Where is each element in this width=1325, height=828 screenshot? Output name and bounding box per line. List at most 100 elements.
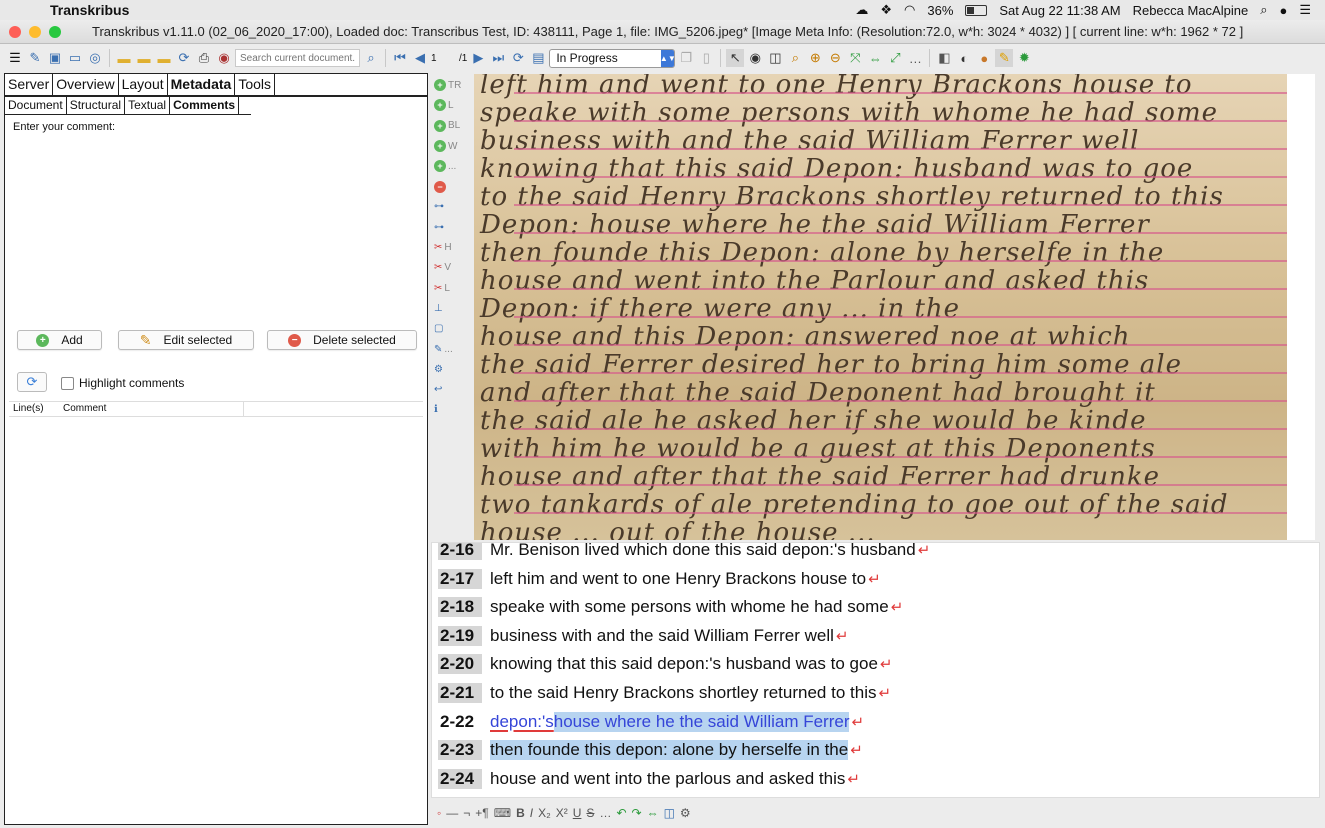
pointer-icon[interactable]: ↖ (726, 49, 745, 67)
next-page-icon[interactable]: ▶ (469, 49, 487, 67)
delete-selected-button[interactable]: − Delete selected (267, 330, 417, 350)
minimize-window-button[interactable] (29, 25, 41, 38)
panel-icon[interactable]: ◫ (766, 49, 784, 67)
dropbox-icon[interactable]: ❖ (880, 2, 892, 18)
sync-icon[interactable]: ⟳ (175, 49, 193, 67)
search-icon[interactable]: ⌕ (362, 49, 380, 67)
transcription-line[interactable]: 2-16 Mr. Benison lived which done this sa… (438, 543, 930, 562)
fit-width-icon[interactable]: ⇔ (866, 49, 884, 67)
zoom-out-icon[interactable]: ⊖ (826, 49, 844, 67)
layout-view-icon[interactable]: ▣ (46, 49, 64, 67)
transcription-line[interactable]: 2-18 speake with some persons with whome … (438, 595, 903, 619)
comment-textarea[interactable] (11, 136, 421, 322)
baseline[interactable] (514, 400, 1294, 402)
spotlight-icon[interactable]: ⌕ (1260, 2, 1267, 18)
split-h-tool[interactable]: ⊶ (432, 197, 470, 217)
transcription-line[interactable]: 2-22 depon:'s house where he the said Wil… (438, 710, 864, 734)
edit-more-tool[interactable]: ✎... (432, 339, 470, 359)
not-icon[interactable]: ¬ (463, 806, 470, 820)
fit-page-icon[interactable]: ⤧ (846, 49, 864, 67)
add-textregion-tool[interactable]: + TR (432, 75, 470, 95)
login-icon[interactable]: ✎ (26, 49, 44, 67)
tab-structural[interactable]: Structural (67, 97, 126, 114)
add-line-tool[interactable]: + L (432, 95, 470, 115)
baseline[interactable] (514, 456, 1294, 458)
tab-textual[interactable]: Textual (125, 97, 171, 114)
underline-icon[interactable]: U (573, 806, 582, 820)
layers-icon[interactable]: ◧ (935, 49, 953, 67)
tab-layout[interactable]: Layout (119, 74, 168, 95)
add-baseline-tool[interactable]: + BL (432, 116, 470, 136)
eye-icon[interactable]: ◉ (746, 49, 764, 67)
page-number[interactable]: 1 (431, 53, 457, 64)
add-word-tool[interactable]: + W (432, 136, 470, 156)
baseline[interactable] (514, 344, 1294, 346)
search-document-input[interactable] (235, 49, 360, 67)
split-v-tool[interactable]: ⊶ (432, 217, 470, 237)
edit-selected-button[interactable]: ✎ Edit selected (118, 330, 254, 350)
baseline[interactable] (514, 92, 1294, 94)
zoom-in-icon[interactable]: ⊕ (806, 49, 824, 67)
coffee-icon[interactable]: ◉ (215, 49, 233, 67)
baseline[interactable] (514, 512, 1294, 514)
refresh-comments-button[interactable]: ⟳ (17, 372, 47, 392)
remove-tool[interactable]: − (432, 176, 470, 196)
undo-icon[interactable]: ↶ (616, 806, 626, 820)
superscript-icon[interactable]: X² (556, 806, 568, 820)
tab-comments[interactable]: Comments (170, 97, 240, 114)
transcription-line[interactable]: 2-23 then founde this depon: alone by her… (438, 738, 863, 762)
transcription-editor[interactable]: 2-16 Mr. Benison lived which done this sa… (431, 542, 1320, 798)
cut-v-tool[interactable]: ✂ V (432, 258, 470, 278)
settings-wrench-icon[interactable]: ⚙ (680, 806, 691, 820)
manuscript-image[interactable]: left him and went to one Henry Brackons … (474, 74, 1315, 540)
tab-metadata[interactable]: Metadata (168, 74, 236, 95)
subscript-icon[interactable]: X₂ (538, 806, 551, 820)
baseline[interactable] (514, 120, 1294, 122)
strikethrough-icon[interactable]: S (586, 806, 594, 820)
tab-server[interactable]: Server (5, 74, 54, 95)
image-scroll-area[interactable] (1287, 74, 1315, 540)
palette-icon[interactable]: ● (975, 49, 993, 67)
pin-tool[interactable]: ⊥ (432, 298, 470, 318)
clear-format-icon[interactable]: ◦ (437, 806, 441, 820)
fit-height-icon[interactable]: ⤢ (886, 49, 904, 67)
prev-page-icon[interactable]: ◀ (411, 49, 429, 67)
more-format-icon[interactable]: … (599, 806, 611, 820)
window-dropdown-icon[interactable]: ▭ (66, 49, 84, 67)
menu-icon[interactable]: ☰ (6, 49, 24, 67)
split-view-icon[interactable]: ◫ (664, 806, 675, 820)
save-icon[interactable]: ▤ (529, 49, 547, 67)
edit-text-icon[interactable]: ✎ (995, 49, 1014, 67)
status-select[interactable]: In Progress ▲▼ (549, 48, 676, 68)
creative-cloud-icon[interactable]: ☁ (855, 2, 868, 18)
last-page-icon[interactable]: ⏭ (489, 49, 507, 67)
export-folder-icon[interactable]: ▬ (155, 49, 173, 67)
add-more-tool[interactable]: +... (432, 156, 470, 176)
siri-icon[interactable]: ● (1279, 3, 1287, 18)
baseline[interactable] (514, 260, 1294, 262)
baseline[interactable] (514, 428, 1294, 430)
tab-overview[interactable]: Overview (53, 74, 119, 95)
help-tool[interactable]: ℹ (432, 400, 470, 420)
bug-icon[interactable]: ✹ (1015, 49, 1033, 67)
import-folder-icon[interactable]: ▬ (135, 49, 153, 67)
baseline[interactable] (514, 316, 1294, 318)
pilcrow-icon[interactable]: +¶ (475, 806, 488, 820)
user-name[interactable]: Rebecca MacAlpine (1133, 3, 1249, 18)
zoom-icon[interactable]: ⌕ (786, 49, 804, 67)
dash-icon[interactable]: — (446, 806, 458, 820)
swap-icon[interactable]: ⇔ (647, 806, 659, 820)
wifi-icon[interactable]: ◠ (904, 2, 915, 18)
transcription-line[interactable]: 2-20 knowing that this said depon:'s husb… (438, 652, 892, 676)
add-comment-button[interactable]: + Add (17, 330, 102, 350)
baseline[interactable] (514, 372, 1294, 374)
app-menu[interactable]: Transkribus (50, 2, 129, 18)
tab-document[interactable]: Document (5, 97, 67, 114)
redo-icon[interactable]: ↷ (632, 806, 642, 820)
battery-icon[interactable] (965, 4, 988, 16)
baseline[interactable] (514, 484, 1294, 486)
more-icon[interactable]: … (906, 49, 924, 67)
open-folder-icon[interactable]: ▬ (115, 49, 133, 67)
wrench-tool[interactable]: ⚙ (432, 359, 470, 379)
bbox-tool[interactable]: ▢ (432, 319, 470, 339)
